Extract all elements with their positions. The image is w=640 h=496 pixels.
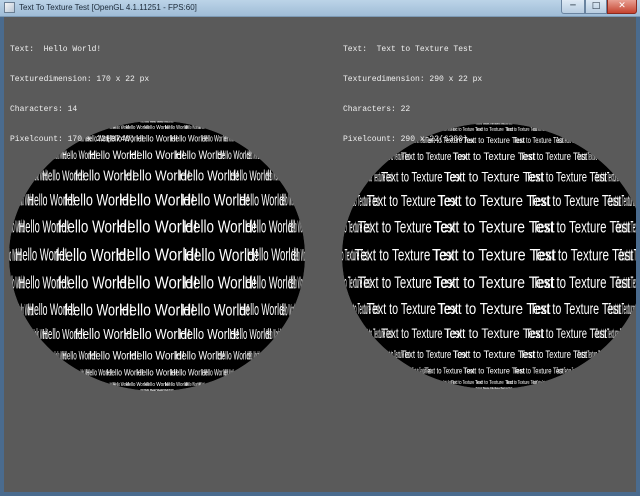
maximize-button[interactable]: □ bbox=[585, 0, 607, 14]
right-texture-text: Text to Texture Test bbox=[530, 192, 622, 209]
right-texture-text: Text to Texture Test bbox=[514, 365, 564, 375]
left-texture-line: Texturedimension: 170 x 22 px bbox=[10, 75, 150, 84]
left-texture-text: Hello World! bbox=[266, 169, 281, 184]
minimize-button[interactable]: ─ bbox=[561, 0, 585, 14]
left-texture-text: Hello World! bbox=[225, 368, 234, 378]
right-texture-text: Text to Texture Test bbox=[526, 169, 608, 185]
right-texture-text: Text to Texture Test bbox=[619, 245, 636, 264]
left-texture-text: Hello World! bbox=[185, 124, 201, 130]
right-texture-text: Text to Texture Test bbox=[595, 171, 626, 186]
right-texture-text: Text to Texture Test bbox=[557, 136, 576, 146]
left-info-panel: Text: Hello World! Texturedimension: 170… bbox=[10, 25, 149, 165]
right-texture-text: Text to Texture Test bbox=[532, 274, 630, 293]
app-icon bbox=[4, 2, 15, 13]
left-texture-text: Hello World! bbox=[202, 367, 228, 378]
left-texture-text: Hello World! bbox=[245, 216, 296, 236]
right-texture-text: Text to Texture Test bbox=[609, 194, 636, 210]
left-texture-text: Hello World! bbox=[225, 135, 234, 145]
right-texture-text: Text to Texture Test bbox=[578, 149, 604, 163]
right-texture-text: Text to Texture Test bbox=[530, 300, 622, 317]
left-texture-text: Hello World! bbox=[280, 190, 297, 209]
right-texture-text: Text to Texture Test bbox=[526, 325, 608, 341]
right-texture-text: Text to Texture Test bbox=[520, 349, 587, 362]
right-texture-text: Text to Texture Test bbox=[533, 247, 633, 266]
left-chars-line: Characters: 14 bbox=[10, 105, 78, 114]
window-title: Text To Texture Test [OpenGL 4.1.11251 -… bbox=[19, 3, 197, 12]
left-texture-text: Hello World! bbox=[202, 133, 228, 144]
left-texture-text: Hello World! bbox=[217, 350, 252, 364]
left-texture-text: Hello World! bbox=[247, 246, 299, 266]
left-texture-text: Hello World! bbox=[171, 121, 174, 124]
left-texture-text: Hello World! bbox=[239, 190, 286, 209]
right-info-panel: Text: Text to Texture Test Texturedimens… bbox=[343, 25, 482, 165]
left-texture-text: Hello World! bbox=[230, 327, 272, 343]
left-texture-text: Hello World! bbox=[239, 300, 286, 319]
right-texture-text: Text to Texture Test bbox=[533, 380, 545, 385]
left-texture-text: Hello World! bbox=[247, 348, 259, 362]
left-texture-text: Hello World! bbox=[230, 168, 272, 184]
left-texture-text: Hello World! bbox=[247, 148, 259, 162]
right-texture-text: Text to Texture Test bbox=[533, 127, 545, 132]
gl-viewport[interactable]: Hello World! Hello World! Hello World! Hell… bbox=[4, 17, 636, 492]
left-texture-text: Hello World! bbox=[185, 381, 201, 387]
right-pixel-line: Pixelcount: 290 x 22(6380) bbox=[343, 135, 468, 144]
right-texture-text: Text to Texture Test bbox=[506, 386, 513, 390]
left-texture-text: Hello World! bbox=[289, 217, 307, 236]
right-texture-text: Text to Texture Test bbox=[557, 367, 576, 377]
left-texture-text: Hello World! bbox=[245, 272, 296, 292]
right-texture-line: Texturedimension: 290 x 22 px bbox=[343, 75, 483, 84]
right-text-line: Text: Text to Texture Test bbox=[343, 45, 473, 54]
left-texture-text: Hello World! bbox=[199, 124, 205, 131]
left-texture-text: Hello World! bbox=[280, 300, 297, 319]
right-chars-line: Characters: 22 bbox=[343, 105, 411, 114]
title-bar[interactable]: Text To Texture Test [OpenGL 4.1.11251 -… bbox=[0, 0, 640, 17]
right-texture-text: Text to Texture Test bbox=[520, 151, 587, 164]
app-window: Text To Texture Test [OpenGL 4.1.11251 -… bbox=[0, 0, 640, 496]
right-texture-text: Text to Texture Test bbox=[578, 347, 604, 361]
right-texture-text: Text to Texture Test bbox=[532, 219, 630, 238]
left-texture-text: Hello World! bbox=[199, 380, 205, 387]
left-texture-text: Hello World! bbox=[292, 244, 310, 265]
left-text-line: Text: Hello World! bbox=[10, 45, 102, 54]
close-button[interactable]: ✕ bbox=[607, 0, 637, 14]
left-texture-text: Hello World! bbox=[266, 328, 281, 343]
left-texture-text: Hello World! bbox=[289, 273, 307, 292]
left-texture-text: Hello World! bbox=[217, 149, 252, 163]
left-texture-text: Hello World! bbox=[171, 390, 174, 393]
right-texture-text: Text to Texture Test bbox=[514, 135, 564, 145]
right-texture-text: Text to Texture Test bbox=[609, 302, 636, 318]
right-texture-text: Text to Texture Test bbox=[617, 218, 636, 237]
left-pixel-line: Pixelcount: 170 x 22(3740) bbox=[10, 135, 135, 144]
right-texture-text: Text to Texture Test bbox=[617, 273, 636, 292]
right-texture-text: Text to Texture Test bbox=[595, 327, 626, 342]
